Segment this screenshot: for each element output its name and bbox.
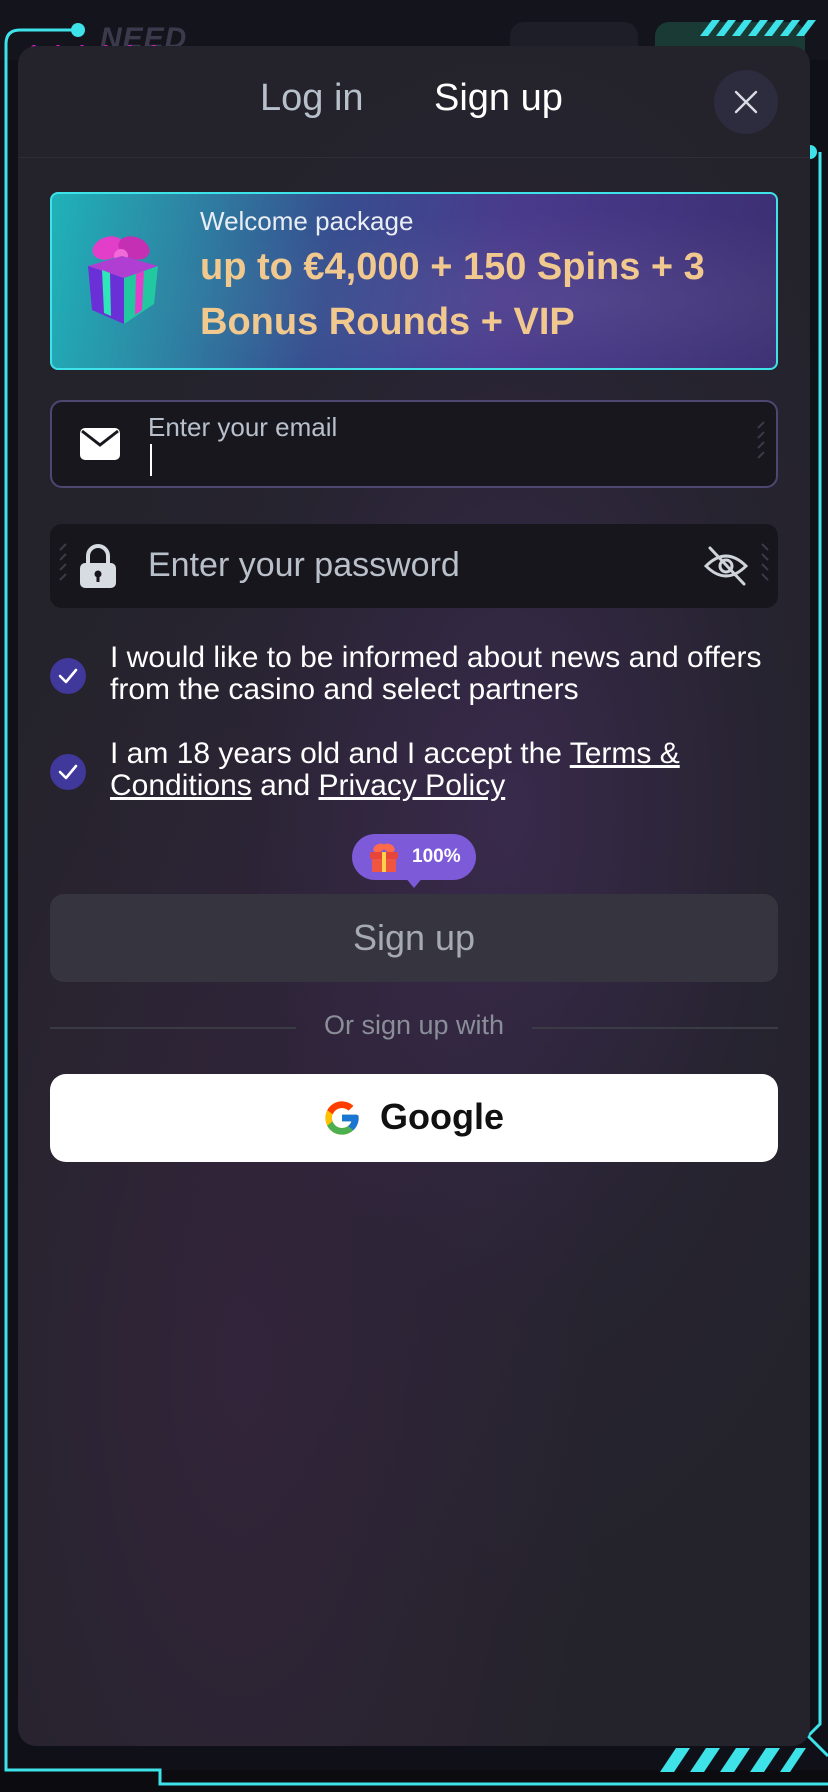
auth-modal: Log in Sign up Welcome package up to €4,… (18, 46, 810, 1746)
eye-off-icon[interactable] (702, 542, 750, 590)
screen: NEED Log in Sign up Welcome package up t… (0, 0, 828, 1792)
tab-sign-up[interactable]: Sign up (434, 76, 563, 120)
close-button[interactable] (714, 70, 778, 134)
auth-tabs: Log in Sign up (18, 46, 810, 158)
terms-consent-and: and (251, 769, 319, 802)
envelope-icon (80, 428, 120, 460)
news-consent-text: I would like to be informed about news a… (110, 641, 762, 706)
bonus-percent: 100% (412, 846, 461, 867)
terms-consent-prefix: I am 18 years old and I accept the (110, 737, 570, 770)
password-input[interactable]: Enter your password (148, 546, 460, 585)
news-consent-checkbox[interactable] (50, 658, 86, 694)
privacy-link[interactable]: Privacy Policy (319, 769, 506, 802)
email-label: Enter your email (148, 412, 338, 442)
stripes-decoration (660, 1748, 806, 1772)
terms-consent-checkbox[interactable] (50, 754, 86, 790)
email-field[interactable]: Enter your email (50, 400, 778, 488)
divider-text: Or sign up with (323, 1010, 505, 1040)
text-caret (150, 444, 152, 476)
terms-consent-text: I am 18 years old and I accept the Terms… (110, 738, 778, 802)
google-sign-up-button[interactable]: Google (50, 1074, 778, 1162)
tab-log-in[interactable]: Log in (260, 76, 364, 120)
lock-icon (80, 544, 116, 588)
field-notch-decoration (761, 543, 769, 581)
gift-icon (88, 236, 158, 324)
welcome-banner: Welcome package up to €4,000 + 150 Spins… (50, 192, 778, 370)
stripes-decoration (700, 20, 816, 36)
bonus-badge: 100% (352, 834, 476, 888)
badge-pointer (404, 876, 424, 888)
checkmark-icon (58, 764, 78, 780)
password-field[interactable]: Enter your password (50, 524, 778, 608)
field-notch-decoration (59, 543, 67, 581)
banner-subtitle: Welcome package (200, 206, 414, 236)
close-icon (734, 90, 758, 114)
checkmark-icon (58, 668, 78, 684)
gift-icon (370, 843, 398, 872)
social-divider: Or sign up with (50, 1008, 778, 1048)
google-label: Google (380, 1096, 504, 1137)
sign-up-button[interactable]: Sign up (50, 894, 778, 982)
google-icon (325, 1101, 359, 1135)
field-notch-decoration (757, 421, 765, 459)
banner-offer: up to €4,000 + 150 Spins + 3 Bonus Round… (200, 246, 705, 343)
